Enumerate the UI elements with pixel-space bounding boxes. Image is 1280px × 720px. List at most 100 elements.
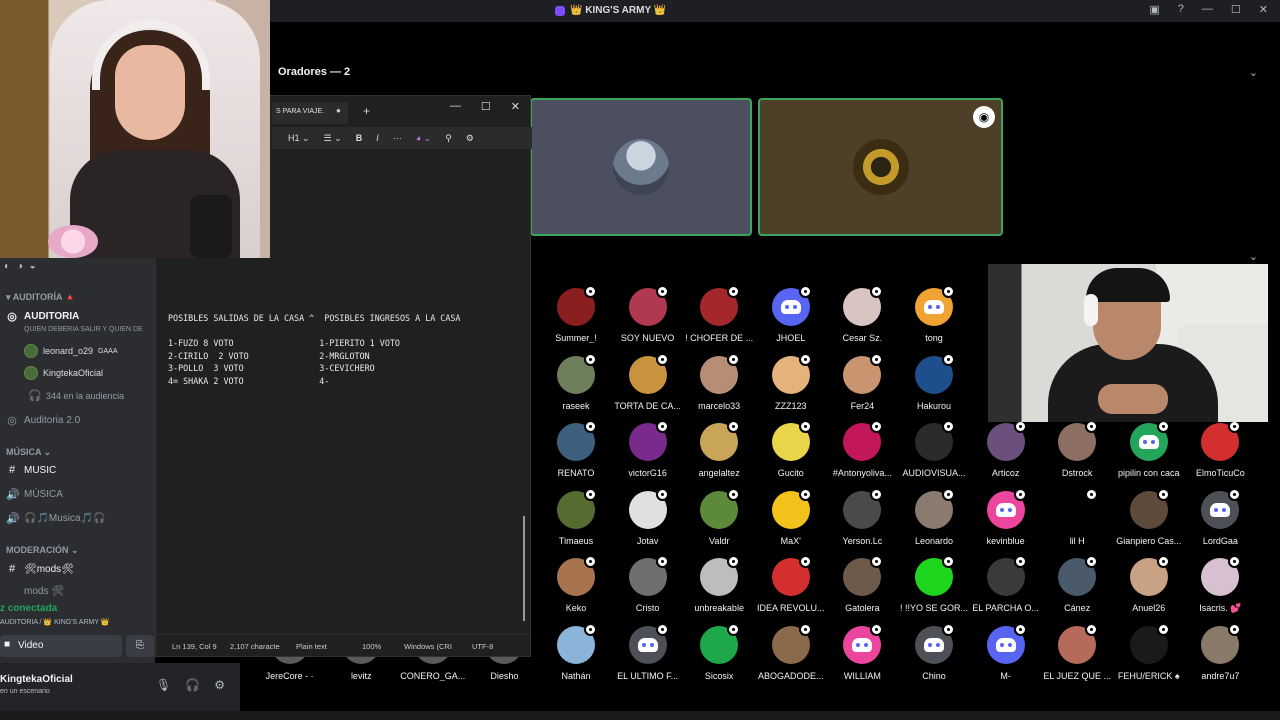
audience-member[interactable]: raseek: [540, 350, 612, 414]
audience-member[interactable]: Jotav: [612, 485, 684, 549]
audience-member[interactable]: SOY NUEVO: [612, 282, 684, 346]
tab-modified-dot-icon[interactable]: ●: [336, 106, 341, 115]
audience-member[interactable]: RENATO: [540, 417, 612, 481]
share-screen-icon[interactable]: ⎘: [126, 635, 154, 657]
settings-icon[interactable]: ⚙: [466, 133, 474, 144]
audience-member[interactable]: Cánez: [1041, 552, 1113, 616]
audience-member[interactable]: EL JUEZ QUE ...: [1041, 620, 1113, 684]
heading-dropdown[interactable]: H1 ⌄: [288, 133, 310, 144]
account-icon[interactable]: ⚲: [445, 133, 452, 144]
minimize-button[interactable]: —: [450, 100, 461, 113]
channel-mods-2[interactable]: mods 🛠: [24, 586, 64, 597]
audience-member[interactable]: Summer_!: [540, 282, 612, 346]
audience-member[interactable]: IDEA REVOLU...: [755, 552, 827, 616]
new-tab-button[interactable]: +: [363, 104, 370, 118]
audience-member[interactable]: unbreakable: [683, 552, 755, 616]
audience-member[interactable]: Cesar Sz.: [826, 282, 898, 346]
more-icon[interactable]: ···: [393, 133, 402, 143]
video-button[interactable]: Video: [0, 635, 122, 657]
audience-member[interactable]: Sicosix: [683, 620, 755, 684]
headphones-icon[interactable]: 🎧: [185, 678, 200, 692]
italic-button[interactable]: I: [376, 133, 379, 143]
audience-member[interactable]: pipilin con caca: [1113, 417, 1185, 481]
audience-member[interactable]: ZZZ123: [755, 350, 827, 414]
audience-member[interactable]: ElmoTicuCo: [1184, 417, 1256, 481]
encoding[interactable]: UTF-8: [472, 642, 493, 651]
audience-member[interactable]: Cristo: [612, 552, 684, 616]
audience-member[interactable]: WILLIAM: [826, 620, 898, 684]
audience-member[interactable]: EL ULTIMO F...: [612, 620, 684, 684]
notepad-text-area[interactable]: POSIBLES SALIDAS DE LA CASA ^ POSIBLES I…: [168, 312, 460, 388]
audience-member[interactable]: Fer24: [826, 350, 898, 414]
audience-member[interactable]: Isacris. 💕: [1184, 552, 1256, 616]
audience-member[interactable]: ! !!YO SE GOR...: [898, 552, 970, 616]
audience-member[interactable]: Hakurou: [898, 350, 970, 414]
scrollbar[interactable]: [523, 516, 525, 621]
audience-member[interactable]: Valdr: [683, 485, 755, 549]
audience-member[interactable]: AUDIOVISUA...: [898, 417, 970, 481]
help-icon[interactable]: ?: [1178, 3, 1184, 16]
channel-auditoria[interactable]: ◎ AUDITORIA: [6, 310, 79, 323]
voice-user-1[interactable]: leonard_o29 GAAA: [24, 344, 118, 358]
channel-musica[interactable]: 🔊 MÚSICA: [6, 488, 63, 501]
audience-member[interactable]: Gianpiero Cas...: [1113, 485, 1185, 549]
audience-member[interactable]: Articoz: [970, 417, 1042, 481]
format-type[interactable]: Plain text: [296, 642, 327, 651]
audience-member[interactable]: Keko: [540, 552, 612, 616]
category-moderacion[interactable]: MODERACIÓN ⌄: [6, 545, 79, 556]
audience-member[interactable]: kevinblue: [970, 485, 1042, 549]
audience-member[interactable]: Leonardo: [898, 485, 970, 549]
audience-member[interactable]: ABOGADODE...: [755, 620, 827, 684]
maximize-button[interactable]: ☐: [481, 100, 491, 113]
audience-member[interactable]: ! CHOFER DE ...: [683, 282, 755, 346]
channel-auditoria-2[interactable]: ◎ Auditoria 2.0: [6, 414, 80, 427]
voice-user-2[interactable]: KingtekaOficial: [24, 366, 103, 380]
audience-member[interactable]: victorG16: [612, 417, 684, 481]
list-dropdown[interactable]: ☰ ⌄: [324, 133, 342, 144]
audience-member[interactable]: Chino: [898, 620, 970, 684]
audience-member[interactable]: #Antonyoliva...: [826, 417, 898, 481]
audience-member[interactable]: andre7u7: [1184, 620, 1256, 684]
maximize-button[interactable]: ☐: [1231, 3, 1241, 16]
audience-member[interactable]: Gatolera: [826, 552, 898, 616]
screen-share-icon[interactable]: ▣: [1149, 3, 1159, 16]
audience-member[interactable]: TORTA DE CA...: [612, 350, 684, 414]
audience-member[interactable]: EL PARCHA O...: [970, 552, 1042, 616]
audience-member[interactable]: MaX': [755, 485, 827, 549]
audience-member[interactable]: LordGaa: [1184, 485, 1256, 549]
username[interactable]: KingtekaOficial: [0, 674, 73, 685]
voice-location[interactable]: AUDITORIA / 👑 KING'S ARMY 👑: [0, 618, 110, 626]
collapse-audience-icon[interactable]: ⌄: [1249, 250, 1258, 263]
speaker-tile-1[interactable]: [530, 98, 752, 236]
category-musica[interactable]: MÚSICA ⌄: [6, 447, 51, 458]
copilot-icon[interactable]: ◕ ⌄: [416, 133, 431, 144]
zoom-level[interactable]: 100%: [362, 642, 381, 651]
line-ending[interactable]: Windows (CRI: [404, 642, 452, 651]
audience-member[interactable]: Timaeus: [540, 485, 612, 549]
audience-member[interactable]: Gucito: [755, 417, 827, 481]
audience-member[interactable]: Dstrock: [1041, 417, 1113, 481]
speaker-tile-2[interactable]: ◉: [758, 98, 1003, 236]
channel-music[interactable]: # MUSIC: [6, 464, 56, 476]
minimize-button[interactable]: —: [1202, 3, 1213, 16]
audience-member[interactable]: marcelo33: [683, 350, 755, 414]
audience-member[interactable]: angelaltez: [683, 417, 755, 481]
audience-member[interactable]: Yerson.Lc: [826, 485, 898, 549]
channel-musica-2[interactable]: 🔊 🎧🎵Musica🎵🎧: [6, 512, 105, 525]
category-auditoria[interactable]: ▾ AUDITORÍA 🔺: [6, 292, 76, 303]
channel-mods[interactable]: # 🛠mods🛠: [6, 563, 74, 575]
audience-member[interactable]: Anuel26: [1113, 552, 1185, 616]
collapse-speakers-icon[interactable]: ⌄: [1249, 66, 1258, 79]
audience-member[interactable]: M-: [970, 620, 1042, 684]
settings-icon[interactable]: ⚙: [214, 678, 225, 692]
audience-member[interactable]: Nathán: [540, 620, 612, 684]
mic-icon[interactable]: 🎙: [156, 678, 171, 692]
close-button[interactable]: ✕: [1259, 3, 1268, 16]
audience-member-name: Gucito: [777, 468, 804, 478]
audience-member[interactable]: lil H: [1041, 485, 1113, 549]
close-button[interactable]: ✕: [511, 100, 520, 113]
bold-button[interactable]: B: [356, 133, 363, 143]
audience-member[interactable]: tong: [898, 282, 970, 346]
audience-member[interactable]: FEHU/ERICK ♠: [1113, 620, 1185, 684]
audience-member[interactable]: JHOEL: [755, 282, 827, 346]
